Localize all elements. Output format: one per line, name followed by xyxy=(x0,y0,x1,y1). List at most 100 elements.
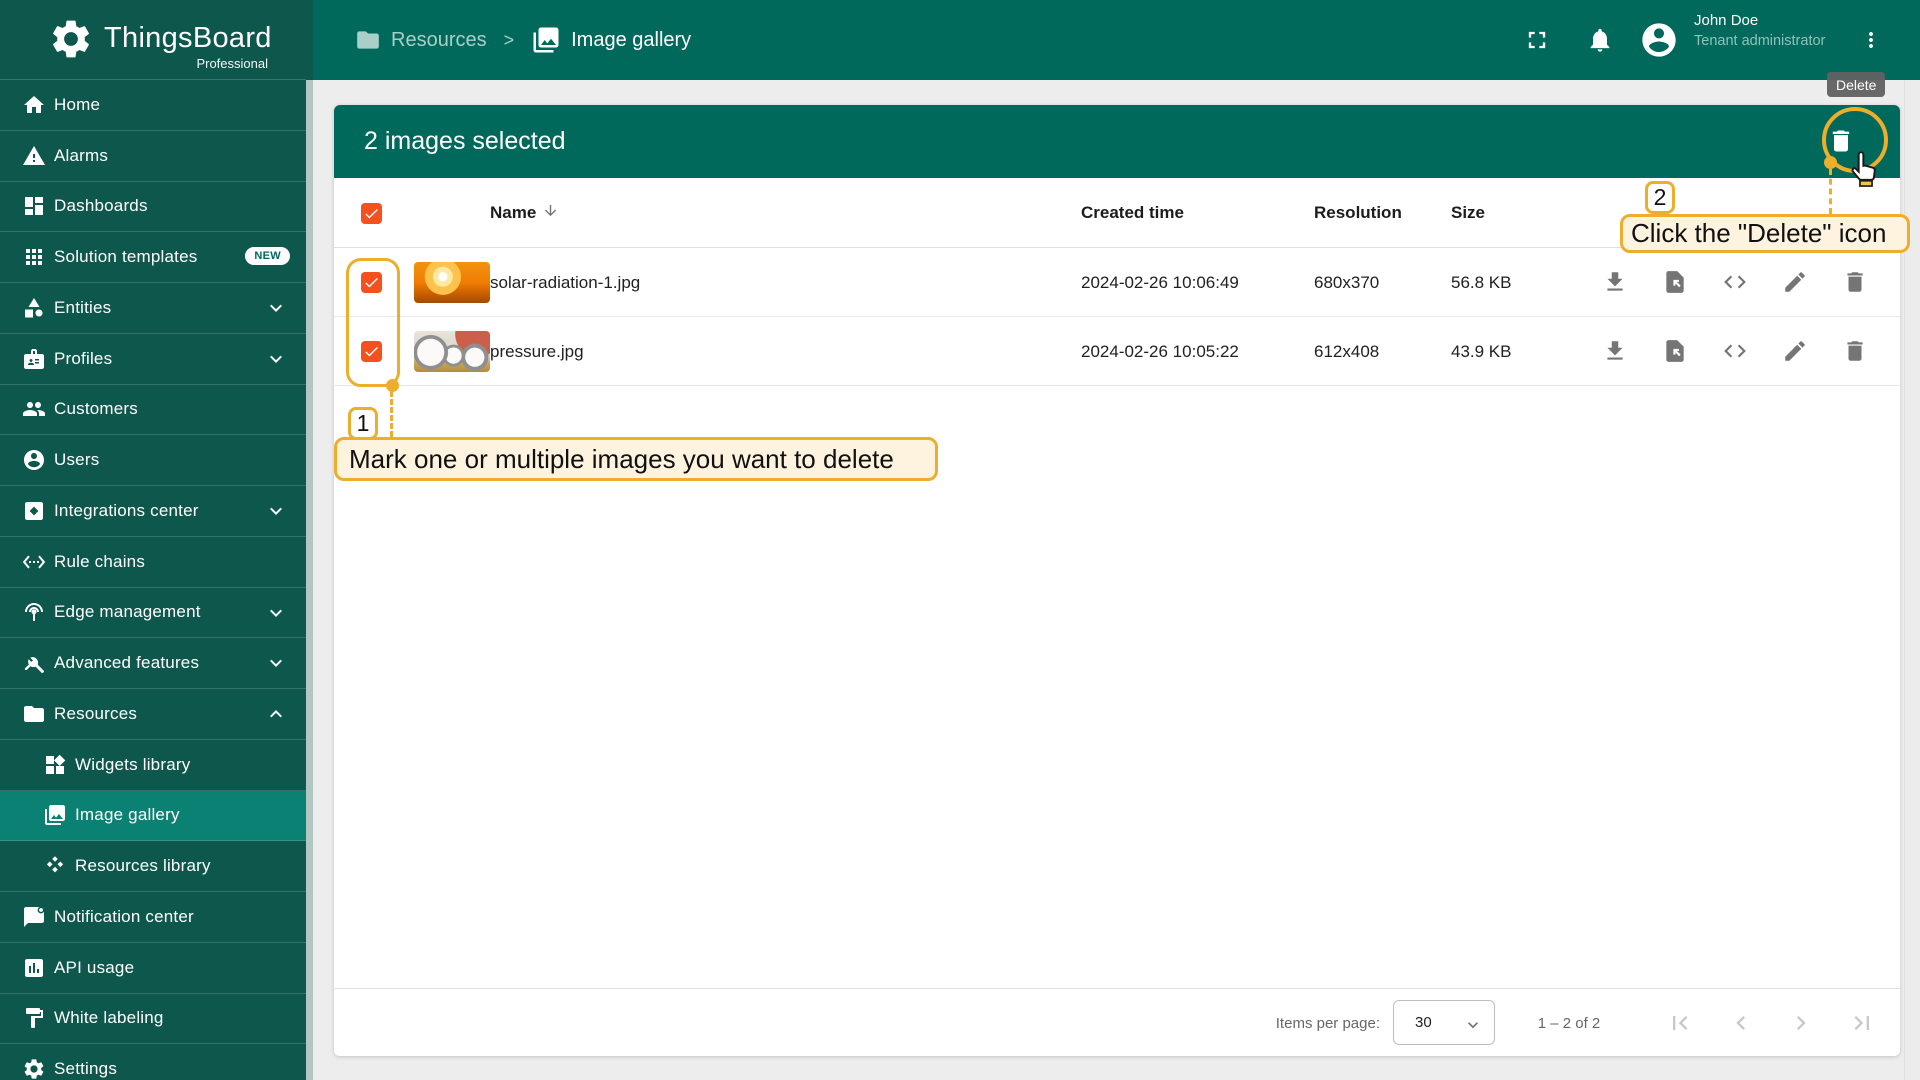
breadcrumb-label: Resources xyxy=(391,29,487,52)
sidebar-item-label: Solution templates xyxy=(54,247,197,267)
topbar: Resources>Image gallery John Doe Tenant … xyxy=(313,0,1920,80)
sidebar-item-integrations-center[interactable]: Integrations center xyxy=(0,486,306,537)
selection-count-text: 2 images selected xyxy=(364,127,566,156)
sidebar-item-solution-templates[interactable]: Solution templates NEW xyxy=(0,232,306,283)
download-icon[interactable] xyxy=(1602,269,1628,295)
integrations-icon xyxy=(22,499,46,523)
sidebar-scrollbar[interactable] xyxy=(306,80,313,1080)
home-icon xyxy=(22,93,46,117)
user-name: John Doe xyxy=(1694,12,1758,29)
page-size-select[interactable]: 30 xyxy=(1393,1000,1495,1045)
sidebar-item-dashboards[interactable]: Dashboards xyxy=(0,182,306,233)
column-header-created-time[interactable]: Created time xyxy=(1081,178,1184,248)
sidebar-item-entities[interactable]: Entities xyxy=(0,283,306,334)
file-size: 56.8 KB xyxy=(1451,248,1512,317)
sidebar-item-alarms[interactable]: Alarms xyxy=(0,131,306,182)
row-checkbox-cell xyxy=(361,317,382,386)
thingsboard-logo-icon xyxy=(48,16,94,67)
selection-toolbar: 2 images selected xyxy=(334,105,1900,178)
export-file-icon[interactable] xyxy=(1662,338,1688,364)
image-name: pressure.jpg xyxy=(490,317,584,386)
sidebar-item-label: Alarms xyxy=(54,146,108,166)
sidebar-item-widgets-library[interactable]: Widgets library xyxy=(0,740,306,791)
breadcrumb-item-resources[interactable]: Resources xyxy=(355,27,487,53)
customers-icon xyxy=(22,397,46,421)
sidebar-item-notification-center[interactable]: Notification center xyxy=(0,892,306,943)
sidebar-item-users[interactable]: Users xyxy=(0,435,306,486)
delete-selected-button[interactable] xyxy=(1817,117,1865,165)
brand-edition: Professional xyxy=(104,56,268,71)
last-page-button[interactable] xyxy=(1840,1001,1884,1045)
table-header: Name Created time Resolution Size xyxy=(334,178,1900,248)
sidebar-item-label: Home xyxy=(54,95,100,115)
folder-icon xyxy=(355,27,381,53)
sidebar-item-label: Image gallery xyxy=(75,805,180,825)
sidebar-item-label: Rule chains xyxy=(54,552,145,572)
new-badge: NEW xyxy=(245,247,290,265)
page-scrollbar[interactable] xyxy=(1904,80,1920,1080)
table-row-pressure-jpg[interactable]: pressure.jpg2024-02-26 10:05:22612x40843… xyxy=(334,317,1900,386)
column-header-size[interactable]: Size xyxy=(1451,178,1485,248)
row-checkbox[interactable] xyxy=(361,272,382,293)
delete-icon[interactable] xyxy=(1842,338,1868,364)
resolution: 612x408 xyxy=(1314,317,1379,386)
column-header-name[interactable]: Name xyxy=(490,178,559,248)
table-body: solar-radiation-1.jpg2024-02-26 10:06:49… xyxy=(334,248,1900,386)
white-labeling-icon xyxy=(22,1006,46,1030)
image-thumbnail[interactable] xyxy=(414,331,490,372)
image-thumbnail[interactable] xyxy=(414,262,490,303)
breadcrumb-item-image-gallery[interactable]: Image gallery xyxy=(531,25,691,55)
select-all-checkbox-cell xyxy=(361,178,382,248)
select-all-checkbox[interactable] xyxy=(361,203,382,224)
api-usage-icon xyxy=(22,956,46,980)
fullscreen-button[interactable] xyxy=(1523,26,1551,54)
next-page-button[interactable] xyxy=(1779,1001,1823,1045)
sidebar-item-edge-management[interactable]: Edge management xyxy=(0,588,306,639)
notifications-bell-button[interactable] xyxy=(1586,26,1614,54)
edit-icon[interactable] xyxy=(1782,338,1808,364)
file-size: 43.9 KB xyxy=(1451,317,1512,386)
first-page-button[interactable] xyxy=(1658,1001,1702,1045)
chevron-down-icon xyxy=(1463,1015,1483,1040)
sidebar-item-label: Edge management xyxy=(54,602,201,622)
sidebar-item-customers[interactable]: Customers xyxy=(0,385,306,436)
sunset-thumbnail-image xyxy=(414,262,490,303)
breadcrumb-separator: > xyxy=(504,30,515,51)
chevron-down-icon xyxy=(264,347,288,371)
page-size-value: 30 xyxy=(1415,1001,1432,1044)
chevron-down-icon xyxy=(264,601,288,625)
export-file-icon[interactable] xyxy=(1662,269,1688,295)
settings-icon xyxy=(22,1057,46,1080)
sidebar-item-advanced-features[interactable]: Advanced features xyxy=(0,638,306,689)
more-menu-button[interactable] xyxy=(1859,28,1883,52)
sidebar-item-label: Resources library xyxy=(75,856,211,876)
sidebar-item-white-labeling[interactable]: White labeling xyxy=(0,994,306,1045)
widgets-icon xyxy=(43,753,67,777)
sidebar-item-label: Advanced features xyxy=(54,653,199,673)
sidebar-item-home[interactable]: Home xyxy=(0,80,306,131)
row-checkbox[interactable] xyxy=(361,341,382,362)
avatar[interactable] xyxy=(1639,20,1679,60)
edge-management-icon xyxy=(22,600,46,624)
previous-page-button[interactable] xyxy=(1719,1001,1763,1045)
delete-icon[interactable] xyxy=(1842,269,1868,295)
sidebar-item-api-usage[interactable]: API usage xyxy=(0,943,306,994)
notification-center-icon xyxy=(22,905,46,929)
sidebar-item-rule-chains[interactable]: Rule chains xyxy=(0,537,306,588)
embed-code-icon[interactable] xyxy=(1722,338,1748,364)
sidebar-item-resources-library[interactable]: Resources library xyxy=(0,841,306,892)
edit-icon[interactable] xyxy=(1782,269,1808,295)
rule-chains-icon xyxy=(22,550,46,574)
sidebar-item-settings[interactable]: Settings xyxy=(0,1044,306,1080)
chevron-down-icon xyxy=(264,296,288,320)
column-header-resolution[interactable]: Resolution xyxy=(1314,178,1402,248)
sidebar-item-resources[interactable]: Resources xyxy=(0,689,306,740)
embed-code-icon[interactable] xyxy=(1722,269,1748,295)
page-range-label: 1 – 2 of 2 xyxy=(1504,989,1634,1056)
download-icon[interactable] xyxy=(1602,338,1628,364)
app-logo[interactable]: ThingsBoard Professional xyxy=(0,0,306,80)
table-row-solar-radiation-1-jpg[interactable]: solar-radiation-1.jpg2024-02-26 10:06:49… xyxy=(334,248,1900,317)
sidebar-item-image-gallery[interactable]: Image gallery xyxy=(0,791,306,842)
resolution: 680x370 xyxy=(1314,248,1379,317)
sidebar-item-profiles[interactable]: Profiles xyxy=(0,334,306,385)
